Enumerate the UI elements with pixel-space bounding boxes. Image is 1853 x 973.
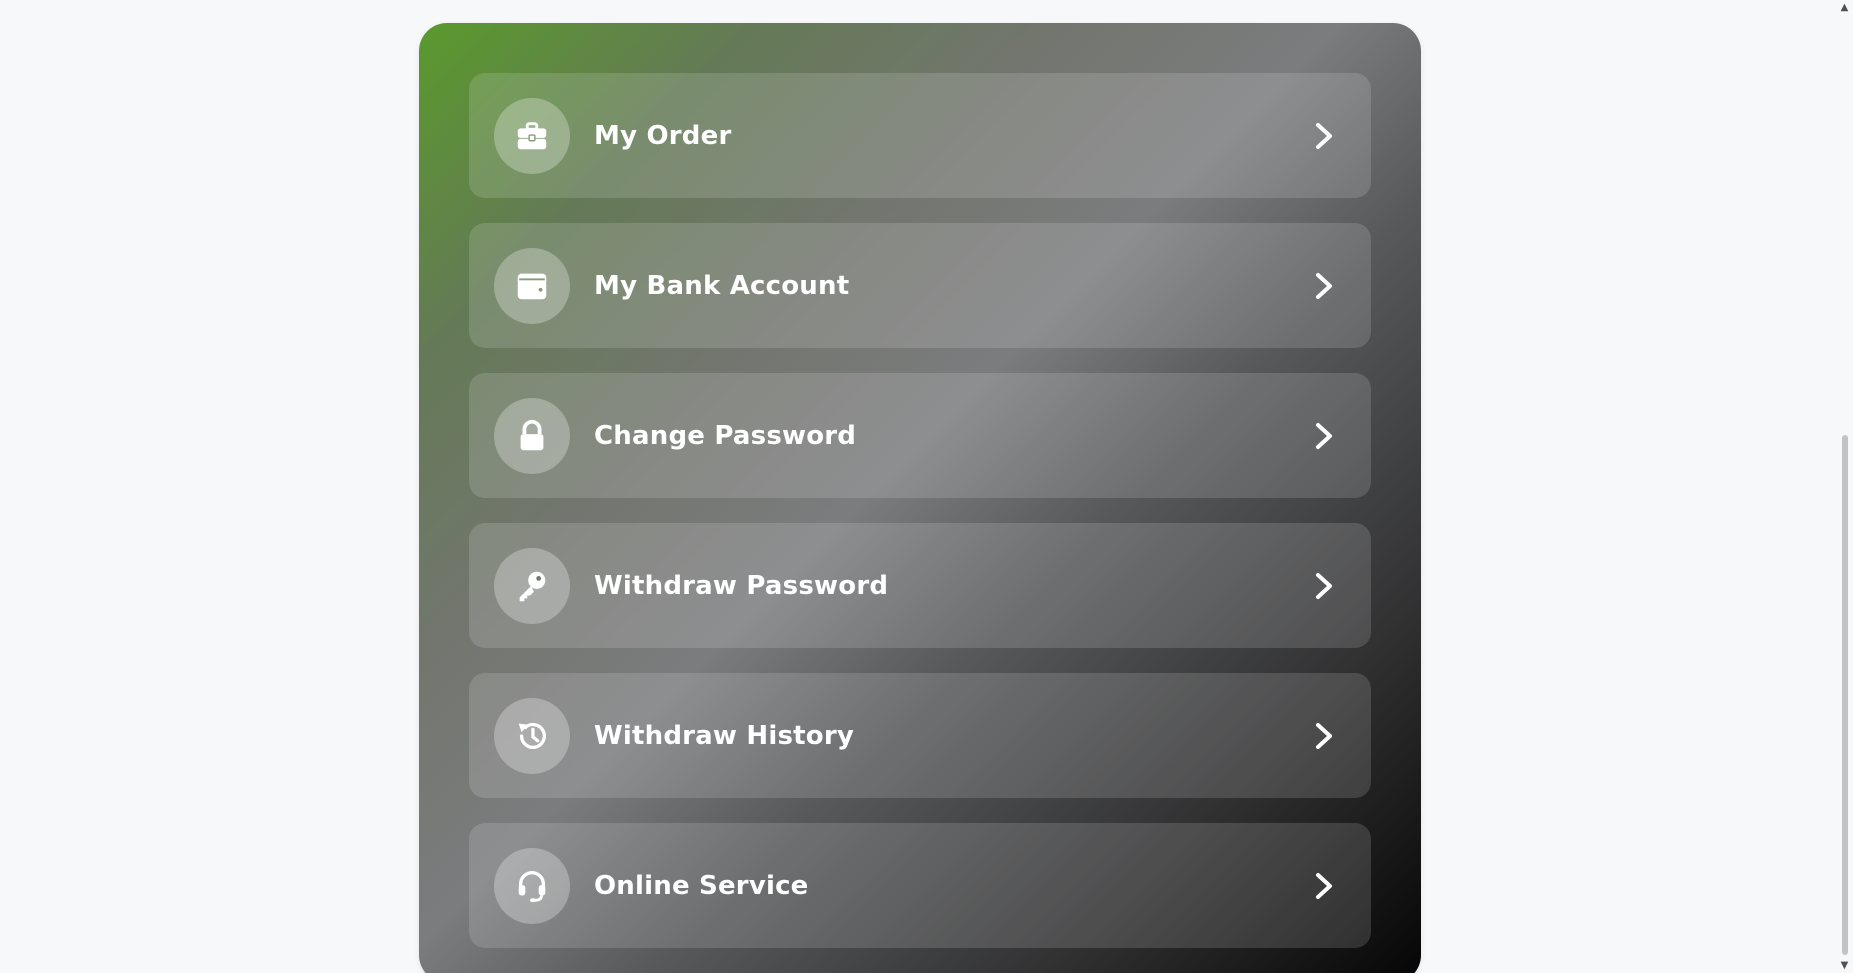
menu-item-label: Change Password bbox=[594, 420, 857, 451]
key-icon bbox=[494, 547, 570, 624]
scroll-up-arrow-icon[interactable]: ▲ bbox=[1839, 2, 1850, 13]
menu-item-label: Online Service bbox=[594, 870, 809, 901]
page: My Order My Bank Account Change Password… bbox=[0, 0, 1853, 973]
menu-item-label: Withdraw Password bbox=[594, 570, 889, 601]
chevron-right-icon bbox=[1307, 269, 1341, 303]
menu-item-label: My Bank Account bbox=[594, 270, 850, 301]
history-icon bbox=[494, 697, 570, 774]
wallet-icon bbox=[494, 247, 570, 324]
chevron-right-icon bbox=[1307, 719, 1341, 753]
menu-item-online-service[interactable]: Online Service bbox=[469, 823, 1371, 948]
account-menu-panel: My Order My Bank Account Change Password… bbox=[419, 23, 1421, 973]
scroll-down-arrow-icon[interactable]: ▼ bbox=[1839, 960, 1850, 971]
lock-icon bbox=[494, 397, 570, 474]
menu-item-withdraw-password[interactable]: Withdraw Password bbox=[469, 523, 1371, 648]
menu-item-label: My Order bbox=[594, 120, 732, 151]
menu-item-my-order[interactable]: My Order bbox=[469, 73, 1371, 198]
scrollbar-thumb[interactable] bbox=[1842, 435, 1848, 955]
chevron-right-icon bbox=[1307, 419, 1341, 453]
chevron-right-icon bbox=[1307, 869, 1341, 903]
menu-item-withdraw-history[interactable]: Withdraw History bbox=[469, 673, 1371, 798]
menu-item-my-bank-account[interactable]: My Bank Account bbox=[469, 223, 1371, 348]
vertical-scrollbar[interactable]: ▲ ▼ bbox=[1836, 0, 1853, 973]
briefcase-icon bbox=[494, 97, 570, 174]
menu-item-label: Withdraw History bbox=[594, 720, 854, 751]
chevron-right-icon bbox=[1307, 569, 1341, 603]
menu-item-change-password[interactable]: Change Password bbox=[469, 373, 1371, 498]
chevron-right-icon bbox=[1307, 119, 1341, 153]
headset-icon bbox=[494, 847, 570, 924]
